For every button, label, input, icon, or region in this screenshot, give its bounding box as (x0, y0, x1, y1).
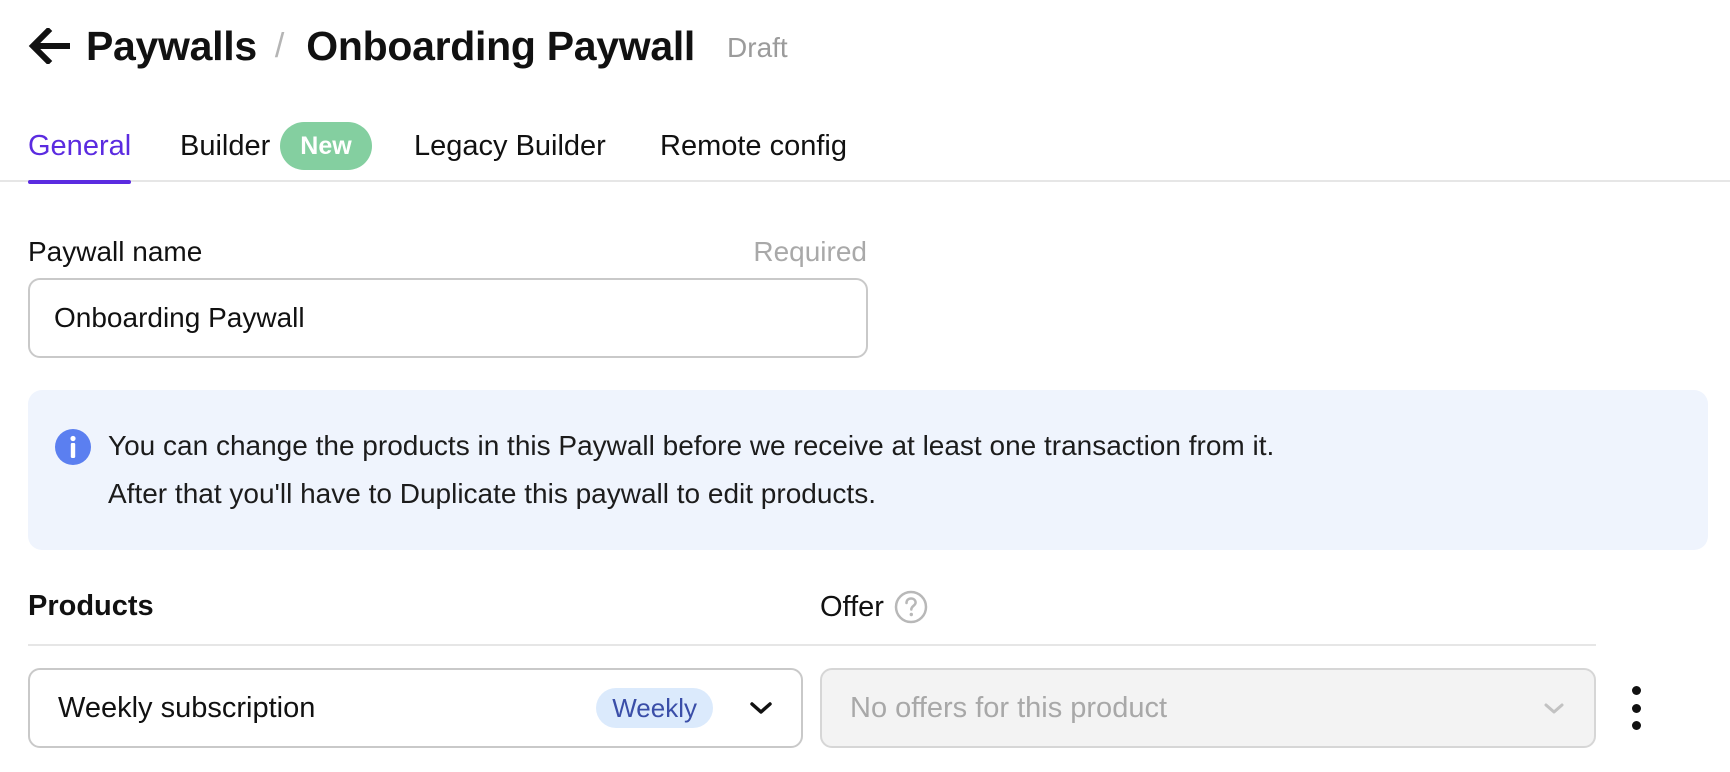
info-icon (55, 429, 91, 465)
offer-select[interactable]: No offers for this product (820, 668, 1596, 748)
products-column-header: Products (28, 590, 154, 622)
tab-builder[interactable]: Builder New (180, 110, 372, 182)
period-badge: Weekly (596, 688, 713, 728)
status-badge: Draft (727, 32, 788, 63)
arrow-left-icon (28, 28, 70, 64)
offer-label: Offer (820, 590, 884, 623)
breadcrumb: Paywalls / Onboarding Paywall Draft (28, 18, 788, 74)
paywall-name-label: Paywall name (28, 236, 203, 267)
tab-label: Remote config (660, 129, 847, 162)
paywall-name-input[interactable] (28, 278, 868, 358)
tab-remote-config[interactable]: Remote config (660, 110, 847, 182)
new-badge: New (280, 122, 372, 170)
offer-placeholder: No offers for this product (850, 691, 1168, 724)
more-vertical-icon (1631, 686, 1641, 695)
tab-general[interactable]: General (28, 110, 132, 184)
offer-column-header: Offer (820, 590, 928, 624)
back-button[interactable] (28, 23, 74, 69)
required-hint: Required (753, 236, 867, 267)
tab-label: Builder (180, 129, 271, 162)
tab-bar: General Builder New Legacy Builder Remot… (0, 110, 1730, 184)
product-select[interactable]: Weekly subscription Weekly (28, 668, 803, 748)
more-options-button[interactable] (1620, 686, 1652, 730)
question-circle-icon[interactable] (894, 590, 928, 624)
info-text-line-2: After that you'll have to Duplicate this… (108, 478, 876, 509)
tab-label: Legacy Builder (414, 129, 606, 162)
divider (28, 644, 1596, 646)
info-banner: You can change the products in this Payw… (28, 390, 1708, 550)
page-title: Onboarding Paywall (306, 22, 696, 69)
info-text-line-1: You can change the products in this Payw… (108, 430, 1275, 461)
tab-label: General (28, 129, 132, 162)
chevron-down-icon (1544, 703, 1564, 714)
breadcrumb-parent-link[interactable]: Paywalls (86, 23, 257, 70)
tab-legacy-builder[interactable]: Legacy Builder (414, 110, 606, 182)
breadcrumb-separator: / (274, 26, 285, 65)
chevron-down-icon (750, 702, 772, 714)
product-name: Weekly subscription (58, 691, 316, 724)
